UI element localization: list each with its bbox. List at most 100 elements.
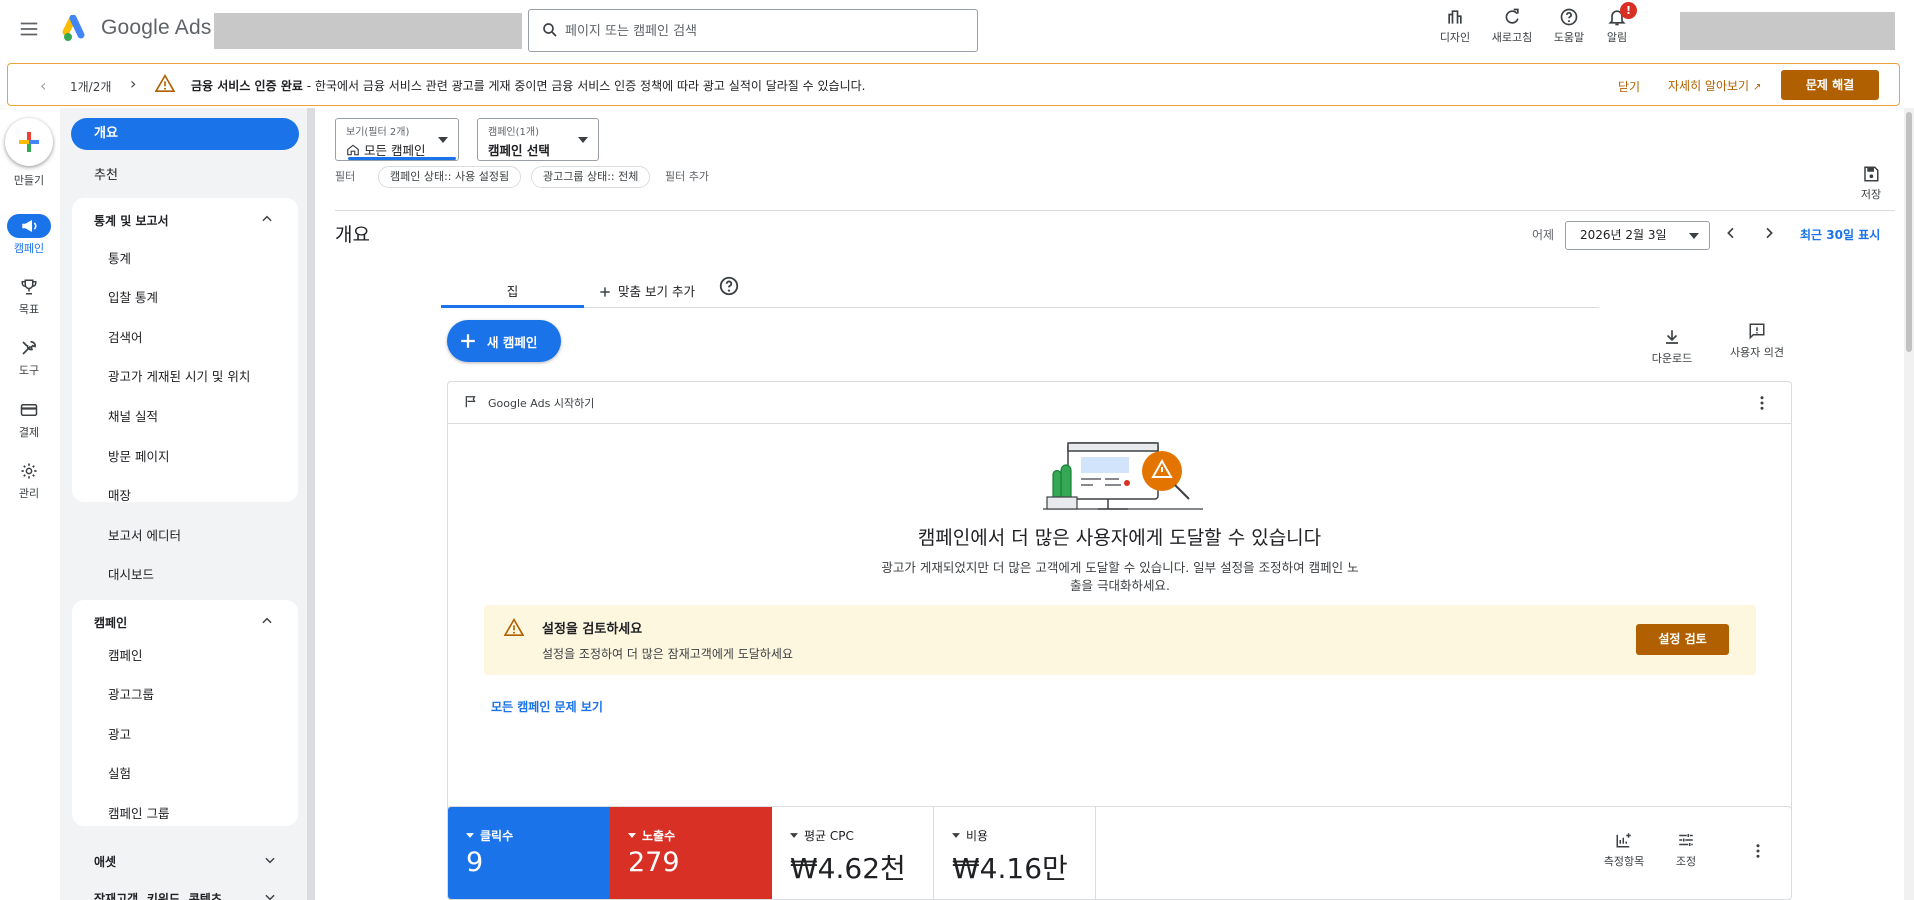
- nav-item-ads[interactable]: 광고: [108, 724, 131, 743]
- date-range-select[interactable]: 2026년 2월 3일: [1565, 221, 1710, 250]
- new-campaign-button[interactable]: 새 캠페인: [447, 320, 561, 362]
- chevron-right-icon[interactable]: [1761, 225, 1777, 241]
- notice-counter: 1개/2개: [70, 80, 112, 94]
- add-filter-link[interactable]: 필터 추가: [665, 168, 709, 190]
- metric-clicks[interactable]: 클릭수 9: [448, 807, 610, 899]
- metric-impressions[interactable]: 노출수 279: [610, 807, 772, 899]
- google-ads-logo[interactable]: [62, 15, 92, 43]
- help-icon[interactable]: [718, 275, 740, 297]
- feedback-icon: [1749, 323, 1765, 340]
- user-account[interactable]: [1680, 12, 1895, 50]
- nav-item-recommendations[interactable]: 추천: [94, 164, 118, 183]
- filter-chip-adgroup-status[interactable]: 광고그룹 상태:: 전체: [531, 166, 651, 188]
- nav-section-audiences[interactable]: 잠재고객, 키워드, 콘텐츠: [94, 890, 222, 900]
- appearance-button[interactable]: 디자인: [1430, 7, 1480, 45]
- view-filter-underline: [348, 157, 456, 160]
- review-settings-button[interactable]: 설정 검토: [1636, 624, 1729, 655]
- nav-item-experiments[interactable]: 실험: [108, 763, 131, 782]
- search-icon: [541, 21, 559, 39]
- filter-chip-campaign-status[interactable]: 캠페인 상태:: 사용 설정됨: [378, 166, 522, 188]
- more-vert-icon[interactable]: [1753, 394, 1771, 412]
- nav-item-report-editor[interactable]: 보고서 에디터: [108, 525, 181, 544]
- adjust-button[interactable]: 조정: [1668, 831, 1704, 869]
- refresh-button[interactable]: 새로고침: [1487, 7, 1537, 45]
- dropdown-arrow-icon: [952, 833, 960, 838]
- megaphone-icon: [22, 220, 37, 232]
- chevron-down-icon[interactable]: [263, 853, 277, 867]
- download-icon: [1666, 330, 1678, 344]
- panel-divider[interactable]: [307, 108, 315, 900]
- scrollbar-thumb[interactable]: [1906, 112, 1912, 352]
- tabs-divider: [441, 307, 1599, 308]
- feedback-button[interactable]: 사용자 의견: [1725, 322, 1789, 360]
- account-selector[interactable]: [214, 13, 522, 49]
- metric-value: ₩4.62천: [790, 852, 906, 885]
- dropdown-arrow-icon: [1689, 233, 1699, 239]
- measures-label: 측정항목: [1603, 855, 1645, 868]
- save-view-button[interactable]: 저장: [1851, 165, 1891, 202]
- menu-icon[interactable]: [18, 18, 40, 40]
- chevron-right-icon[interactable]: ›: [130, 74, 136, 93]
- nav-section-campaigns-title[interactable]: 캠페인: [94, 614, 127, 631]
- notice-banner: ‹ 1개/2개 › 금융 서비스 인증 완료 - 한국에서 금융 서비스 관련 …: [7, 63, 1900, 106]
- home-icon: [347, 144, 359, 155]
- view-filter-select[interactable]: 보기(필터 2개) 모든 캠페인: [335, 118, 459, 161]
- help-button[interactable]: 도움말: [1544, 7, 1594, 45]
- chevron-up-icon[interactable]: [260, 614, 274, 628]
- rail-item-billing[interactable]: 결제: [0, 398, 58, 440]
- rail-item-tools[interactable]: 도구: [0, 336, 58, 378]
- chevron-left-icon[interactable]: [1723, 225, 1739, 241]
- tune-icon: [1679, 834, 1693, 846]
- nav-section-assets[interactable]: 애셋: [94, 853, 116, 870]
- card-header: Google Ads 시작하기: [448, 382, 1791, 424]
- measures-button[interactable]: 측정항목: [1596, 831, 1652, 869]
- chevron-left-icon[interactable]: ‹: [40, 76, 46, 95]
- nav-item-ad-groups[interactable]: 광고그룹: [108, 684, 154, 703]
- create-label: 만들기: [13, 174, 45, 187]
- tab-add-custom-view[interactable]: 맞춤 보기 추가: [598, 278, 695, 306]
- rail-item-goals[interactable]: 목표: [0, 275, 58, 317]
- metric-avg-cpc[interactable]: 평균 CPC ₩4.62천: [772, 807, 934, 899]
- campaign-filter-select[interactable]: 캠페인(1개) 캠페인 선택: [477, 118, 599, 161]
- save-icon: [1864, 166, 1879, 182]
- nav-item-overview[interactable]: 개요: [71, 118, 299, 150]
- view-all-issues-link[interactable]: 모든 캠페인 문제 보기: [491, 698, 603, 715]
- show-last-30-days-link[interactable]: 최근 30일 표시: [1800, 226, 1880, 243]
- search-input[interactable]: [565, 19, 965, 43]
- main-content: 보기(필터 2개) 모든 캠페인 캠페인(1개) 캠페인 선택 필터 캠페인 상…: [315, 108, 1914, 900]
- tools-icon: [22, 341, 36, 355]
- more-vert-icon[interactable]: [1749, 842, 1767, 860]
- notice-body: - 한국에서 금융 서비스 관련 광고를 게재 중이면 금융 서비스 인증 정책…: [302, 79, 866, 93]
- rail-item-campaigns[interactable]: 캠페인: [0, 214, 58, 256]
- learn-more-link[interactable]: 자세히 알아보기 ↗: [1668, 77, 1761, 94]
- nav-item-campaigns[interactable]: 캠페인: [108, 645, 143, 664]
- chevron-down-icon[interactable]: [263, 890, 277, 900]
- dropdown-arrow-icon: [628, 833, 636, 838]
- rail-item-label: 목표: [18, 303, 40, 316]
- tab-add-label: 맞춤 보기 추가: [618, 284, 695, 299]
- metric-cost[interactable]: 비용 ₩4.16만: [934, 807, 1096, 899]
- download-button[interactable]: 다운로드: [1647, 328, 1697, 366]
- credit-card-icon: [20, 404, 38, 416]
- filter-label: 필터: [335, 170, 356, 183]
- rail-item-admin[interactable]: 관리: [0, 459, 58, 501]
- page-title: 개요: [335, 224, 370, 246]
- nav-item-campaign-groups[interactable]: 캠페인 그룹: [108, 803, 169, 822]
- tab-home-indicator: [441, 305, 584, 308]
- left-rail: 만들기 캠페인 목표 도구 결제 관리: [0, 108, 60, 900]
- nav-item-dashboards[interactable]: 대시보드: [108, 564, 154, 583]
- save-label: 저장: [1860, 188, 1882, 201]
- notice-close-link[interactable]: 닫기: [1618, 78, 1640, 95]
- appearance-icon: [1448, 10, 1462, 24]
- notifications-label: 알림: [1606, 31, 1628, 44]
- create-button[interactable]: [5, 118, 53, 166]
- search-bar[interactable]: [528, 9, 978, 52]
- notifications-button[interactable]: 알림 !: [1592, 2, 1642, 45]
- feedback-label: 사용자 의견: [1729, 346, 1785, 359]
- add-chart-icon: [1616, 833, 1631, 848]
- tab-home[interactable]: 집: [441, 278, 584, 308]
- refresh-label: 새로고침: [1491, 31, 1533, 44]
- campaign-illustration: [1043, 442, 1203, 510]
- adjust-label: 조정: [1675, 855, 1697, 868]
- fix-issue-button[interactable]: 문제 해결: [1781, 70, 1879, 100]
